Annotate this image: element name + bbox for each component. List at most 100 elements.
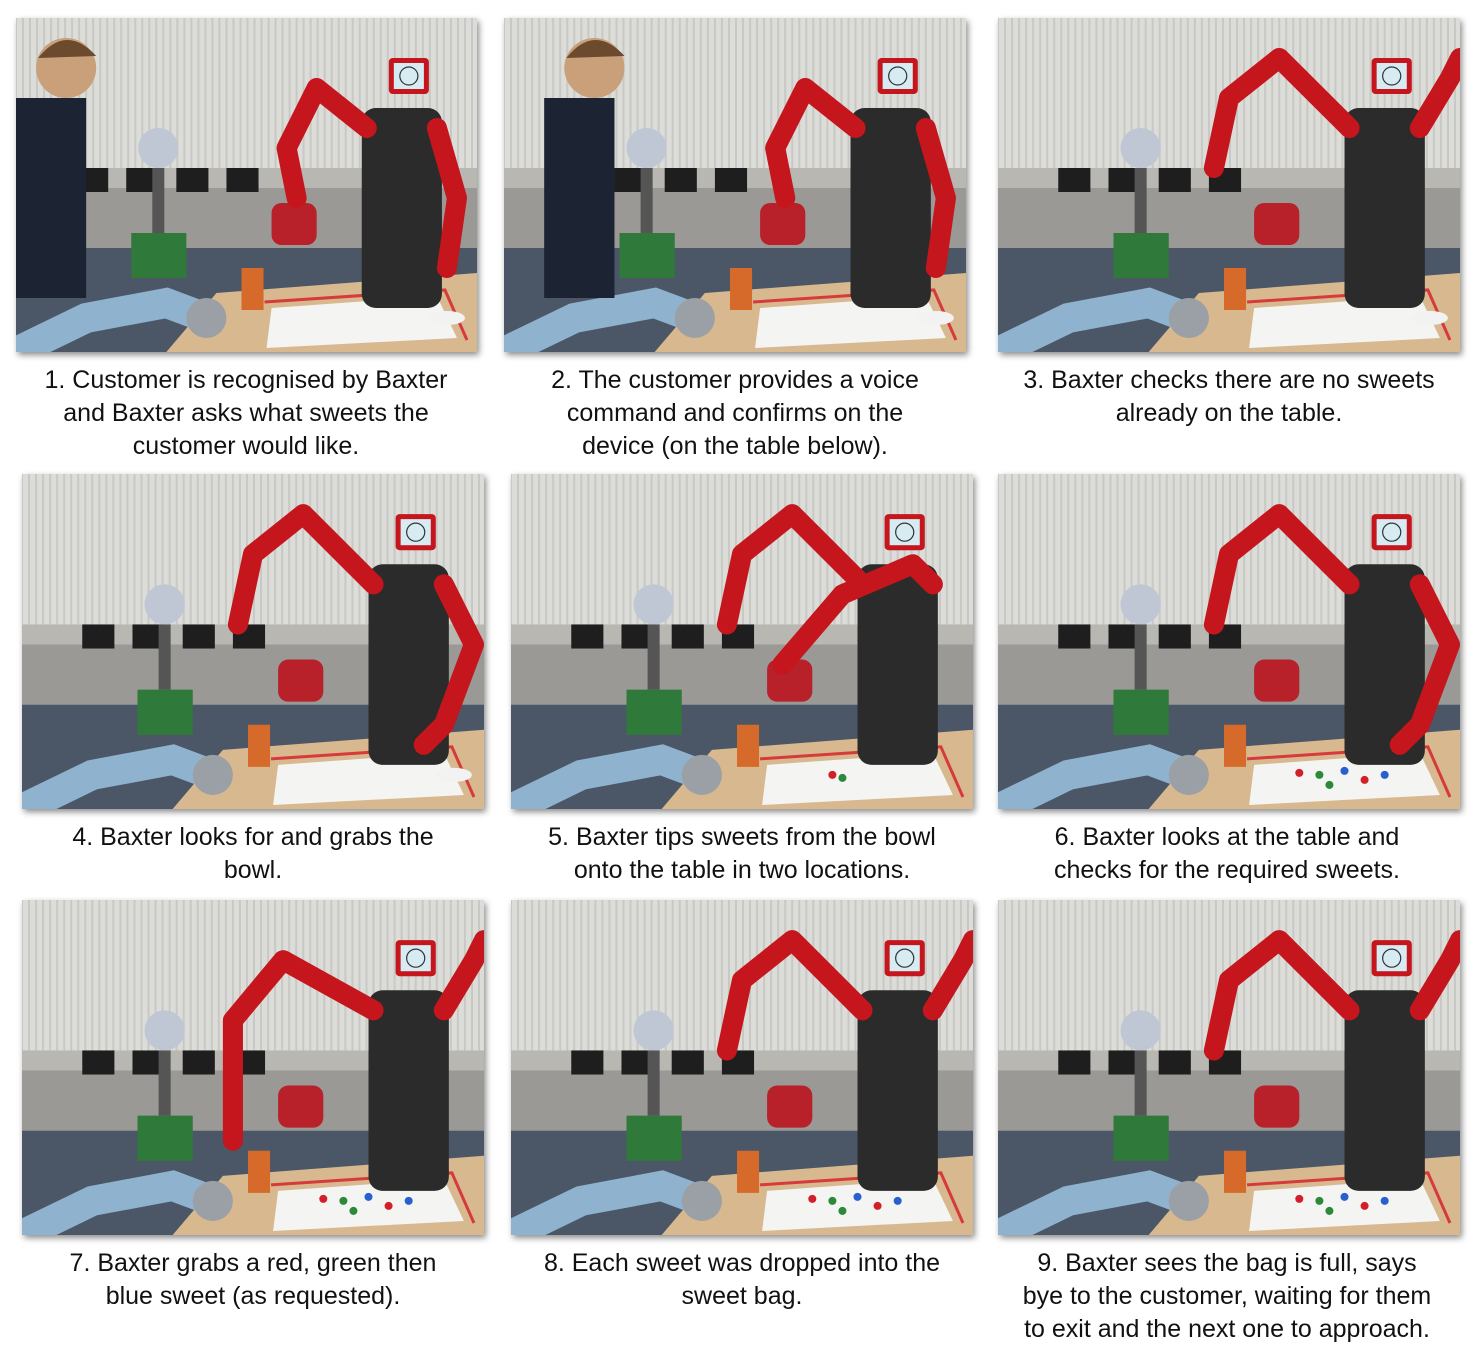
monitor — [1058, 624, 1091, 649]
monitor — [82, 1050, 115, 1075]
sweet-box — [247, 724, 271, 767]
sweet — [808, 1194, 817, 1203]
customer-body — [16, 98, 87, 298]
scitos-robot-head — [1120, 1010, 1161, 1051]
sweet — [349, 1206, 358, 1215]
monitor — [176, 168, 209, 192]
office-chair — [278, 1085, 324, 1128]
office-chair — [1254, 659, 1300, 702]
scitos-robot-base — [1113, 1115, 1169, 1161]
scitos-robot-body — [1134, 1050, 1147, 1116]
monitor — [664, 168, 697, 192]
sweet — [1360, 775, 1369, 784]
monitor — [571, 624, 604, 649]
sweet — [1315, 1196, 1324, 1205]
sweet-box — [1223, 724, 1247, 767]
baxter-torso — [1344, 990, 1425, 1191]
photo-1 — [16, 18, 477, 352]
monitor — [671, 624, 704, 649]
sweet-box — [729, 268, 753, 310]
monitor — [1058, 168, 1091, 192]
sweet — [828, 770, 837, 779]
ur-arm-joint — [681, 754, 722, 795]
scene-2 — [504, 18, 966, 352]
ur-arm-joint — [674, 298, 715, 338]
scitos-robot-base — [131, 233, 187, 278]
photo-9 — [998, 900, 1460, 1235]
baxter-torso — [857, 564, 938, 765]
office-chair — [278, 659, 324, 702]
sweet-box — [247, 1150, 271, 1193]
scitos-robot-head — [144, 584, 185, 625]
sweet-bowl — [435, 767, 472, 782]
scene-8 — [511, 900, 973, 1235]
ur-arm-joint — [192, 754, 233, 795]
scitos-robot-head — [144, 1010, 185, 1051]
scitos-robot-base — [626, 1115, 682, 1161]
ur-arm-joint — [681, 1180, 722, 1221]
monitor — [571, 1050, 604, 1075]
caption-8: 8. Each sweet was dropped into the sweet… — [543, 1249, 941, 1310]
sweet — [893, 1196, 902, 1205]
sweet-bowl — [428, 311, 465, 325]
monitor — [82, 624, 115, 649]
caption-7: 7. Baxter grabs a red, green then blue s… — [69, 1249, 437, 1310]
sweet — [1325, 780, 1334, 789]
sweet — [853, 1192, 862, 1201]
scitos-robot-body — [1134, 624, 1147, 690]
sweet — [873, 1201, 882, 1210]
scene-7 — [22, 900, 484, 1235]
photo-2 — [504, 18, 966, 352]
scitos-robot-base — [137, 1115, 193, 1161]
sweet — [1315, 770, 1324, 779]
sweet-box — [736, 724, 760, 767]
baxter-torso — [368, 990, 449, 1191]
photo-3 — [998, 18, 1460, 352]
sweet — [838, 773, 847, 782]
scitos-robot-head — [1120, 584, 1161, 625]
scitos-robot-body — [152, 168, 165, 233]
sweet — [828, 1196, 837, 1205]
scene-3 — [998, 18, 1460, 352]
sweet — [1380, 1196, 1389, 1205]
monitor — [1158, 1050, 1191, 1075]
sweet-box — [241, 268, 264, 310]
scitos-robot-body — [158, 1050, 171, 1116]
sweet — [1295, 768, 1304, 777]
sweet — [838, 1206, 847, 1215]
photo-5 — [511, 474, 973, 809]
sweet-box — [1223, 268, 1247, 310]
caption-5: 5. Baxter tips sweets from the bowl onto… — [548, 823, 936, 884]
scitos-robot-body — [647, 1050, 660, 1116]
sweet-box — [736, 1150, 760, 1193]
customer-body — [544, 98, 615, 298]
sweet — [319, 1194, 328, 1203]
ur-arm-joint — [1168, 1180, 1209, 1221]
office-chair — [767, 1085, 813, 1128]
scitos-robot-base — [1113, 689, 1169, 735]
baxter-torso — [857, 990, 938, 1191]
sweet — [384, 1201, 393, 1210]
sweet — [339, 1196, 348, 1205]
scitos-robot-head — [1120, 128, 1161, 168]
caption-4: 4. Baxter looks for and grabs the bowl. — [72, 823, 434, 884]
scene-1 — [16, 18, 477, 352]
photo-8 — [511, 900, 973, 1235]
caption-6: 6. Baxter looks at the table and checks … — [1054, 823, 1400, 884]
sweet-bowl — [917, 311, 954, 325]
sweet — [1340, 1192, 1349, 1201]
sweet — [404, 1196, 413, 1205]
caption-9: 9. Baxter sees the bag is full, says bye… — [1022, 1249, 1432, 1343]
scitos-robot-head — [626, 128, 667, 168]
office-chair — [271, 203, 317, 245]
monitor — [182, 1050, 215, 1075]
scitos-robot-base — [1113, 233, 1169, 278]
monitor — [714, 168, 748, 192]
scene-6 — [998, 474, 1460, 809]
ur-arm-joint — [1168, 754, 1209, 795]
scitos-robot-head — [633, 1010, 674, 1051]
monitor — [1058, 1050, 1091, 1075]
office-chair — [1254, 1085, 1300, 1128]
monitor — [671, 1050, 704, 1075]
scitos-robot-body — [647, 624, 660, 690]
